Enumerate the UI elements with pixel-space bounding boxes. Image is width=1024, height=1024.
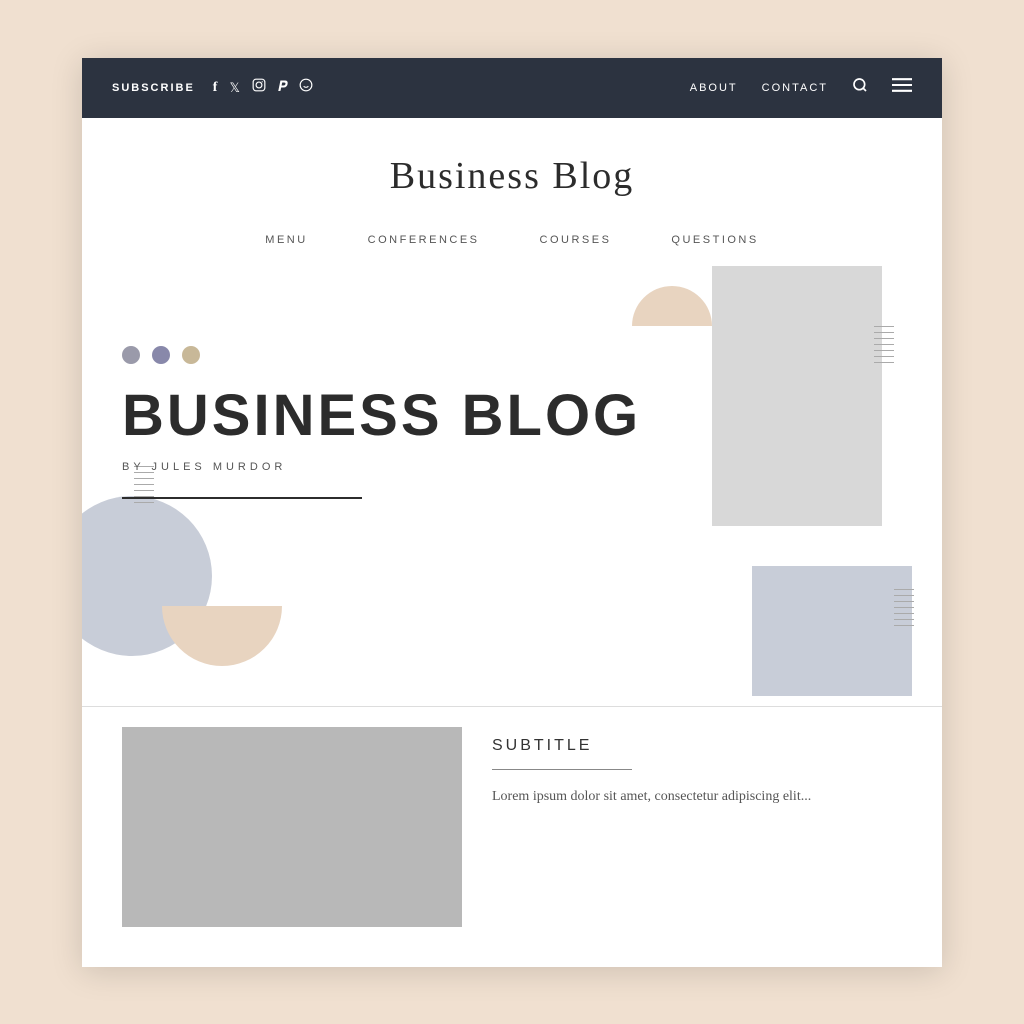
dot-2: [152, 346, 170, 364]
twitter-icon[interactable]: 𝕏: [229, 80, 239, 96]
nav-courses[interactable]: COURSES: [540, 234, 612, 246]
facebook-icon[interactable]: f: [213, 80, 218, 96]
article-text: SUBTITLE Lorem ipsum dolor sit amet, con…: [492, 727, 902, 808]
about-nav-link[interactable]: ABOUT: [690, 82, 738, 94]
site-title-section: Business Blog: [82, 118, 942, 218]
article-subtitle: SUBTITLE: [492, 737, 902, 755]
whatsapp-icon[interactable]: [299, 78, 313, 97]
contact-nav-link[interactable]: CONTACT: [762, 82, 828, 94]
hero-section: BUSINESS BLOG BY JULES MURDOR: [82, 266, 942, 706]
dot-3: [182, 346, 200, 364]
pinterest-icon[interactable]: 𝑷: [278, 80, 287, 96]
deco-arc-top-right: [632, 286, 712, 326]
hero-dots: [122, 346, 902, 364]
top-nav: SUBSCRIBE f 𝕏 𝑷 ABOUT CONTACT: [82, 58, 942, 118]
dot-1: [122, 346, 140, 364]
subscribe-label[interactable]: SUBSCRIBE: [112, 82, 195, 94]
hero-divider: [122, 497, 362, 499]
site-title: Business Blog: [82, 154, 942, 198]
social-icons-group: f 𝕏 𝑷: [213, 78, 690, 97]
article-body: Lorem ipsum dolor sit amet, consectetur …: [492, 786, 902, 808]
nav-menu[interactable]: MENU: [265, 234, 307, 246]
article-section: SUBTITLE Lorem ipsum dolor sit amet, con…: [82, 706, 942, 967]
deco-ruler-right2: [894, 589, 914, 626]
search-icon[interactable]: [852, 77, 868, 98]
sub-nav: MENU CONFERENCES COURSES QUESTIONS: [82, 218, 942, 266]
nav-right-group: ABOUT CONTACT: [690, 77, 912, 98]
main-content: Business Blog MENU CONFERENCES COURSES Q…: [82, 118, 942, 967]
deco-arc-bottom-left: [162, 606, 282, 666]
deco-rect-bottom-right: [752, 566, 912, 696]
hamburger-menu-icon[interactable]: [892, 77, 912, 98]
article-divider: [492, 769, 632, 770]
nav-conferences[interactable]: CONFERENCES: [368, 234, 480, 246]
hero-byline: BY JULES MURDOR: [122, 461, 902, 473]
nav-questions[interactable]: QUESTIONS: [671, 234, 758, 246]
browser-frame: SUBSCRIBE f 𝕏 𝑷 ABOUT CONTACT: [82, 58, 942, 967]
instagram-icon[interactable]: [252, 78, 266, 97]
article-thumbnail: [122, 727, 462, 927]
hero-title: BUSINESS BLOG: [122, 384, 902, 448]
article-row: SUBTITLE Lorem ipsum dolor sit amet, con…: [122, 727, 902, 927]
